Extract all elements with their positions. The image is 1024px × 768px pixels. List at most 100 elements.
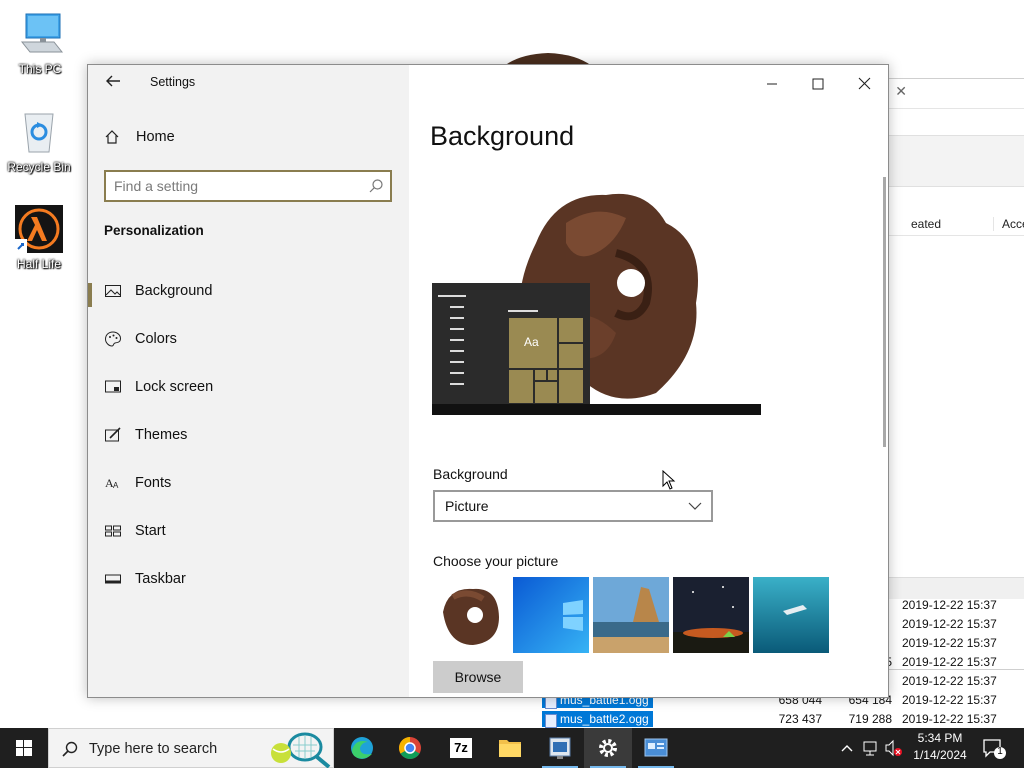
picture-thumbnail-1[interactable] (433, 577, 509, 653)
settings-window[interactable]: Settings Home Personalization Background… (87, 64, 889, 698)
windows-logo-icon (16, 740, 32, 756)
background-type-select[interactable]: Picture (433, 490, 713, 522)
this-pc-icon (16, 10, 64, 58)
7zip-icon: 7z (450, 738, 472, 758)
action-center-button[interactable]: 1 (978, 728, 1018, 768)
preview-taskbar (432, 404, 761, 415)
desktop-icon-this-pc[interactable]: This PC (2, 10, 78, 76)
home-label: Home (136, 129, 175, 145)
task-manager-icon (549, 737, 571, 759)
desktop: This PC Recycle Bin Half Life ✕ eated Ac… (0, 0, 1024, 728)
taskbar-app-control-panel[interactable] (632, 728, 680, 768)
sidebar-item-colors[interactable]: Colors (88, 319, 409, 359)
system-clock[interactable]: 5:34 PM 1/14/2024 (906, 730, 974, 764)
file-size: 723 437 (778, 712, 822, 726)
sidebar-item-background[interactable]: Background (88, 271, 409, 311)
taskbar-app-chrome[interactable] (386, 728, 434, 768)
sidebar-item-start[interactable]: Start (88, 511, 409, 551)
desktop-preview: Aa (432, 183, 762, 415)
table-row[interactable]: mus_battle2.ogg 723 437 719 288 2019-12-… (536, 710, 1024, 728)
search-icon (369, 179, 383, 193)
start-button[interactable] (0, 728, 48, 768)
taskbar-app-task-manager[interactable] (536, 728, 584, 768)
recycle-bin-icon (15, 108, 63, 156)
svg-text:A: A (113, 481, 119, 490)
clock-time: 5:34 PM (917, 731, 963, 745)
home-icon (105, 130, 119, 144)
lock-screen-icon (105, 380, 121, 393)
desktop-icon-label: This PC (18, 62, 62, 76)
settings-sidebar: Settings Home Personalization Background… (88, 65, 409, 697)
sidebar-item-fonts[interactable]: AA Fonts (88, 463, 409, 503)
arrow-left-icon (106, 75, 120, 87)
back-button[interactable] (102, 73, 124, 95)
notification-count: 1 (997, 746, 1003, 757)
taskbar-app-edge[interactable] (338, 728, 386, 768)
close-button[interactable] (841, 69, 887, 99)
picture-thumbnail-4[interactable] (673, 577, 749, 653)
taskbar-app-settings[interactable] (584, 728, 632, 768)
preview-tile-text: Aa (524, 335, 539, 349)
chevron-up-icon[interactable] (841, 745, 853, 752)
network-icon[interactable] (863, 741, 877, 756)
volume-muted-icon[interactable] (885, 739, 902, 757)
taskbar-app-file-explorer[interactable] (486, 728, 534, 768)
mouse-cursor-icon (662, 470, 676, 490)
chevron-down-icon (688, 502, 702, 510)
taskbar-search-box[interactable]: Type here to search (48, 728, 334, 768)
settings-search-box[interactable] (104, 170, 392, 202)
search-icon (62, 741, 78, 757)
maximize-icon (812, 78, 824, 90)
window-title: Settings (150, 75, 196, 89)
selected-value: Picture (445, 498, 489, 514)
file-name: mus_battle2.ogg (542, 711, 653, 728)
picture-thumbnail-2[interactable] (513, 577, 589, 653)
search-input[interactable] (114, 177, 354, 195)
picture-icon (105, 285, 121, 297)
file-explorer-icon (499, 740, 521, 757)
scrollbar[interactable] (883, 177, 886, 447)
sidebar-item-lock-screen[interactable]: Lock screen (88, 367, 409, 407)
palette-icon (104, 331, 122, 347)
close-icon[interactable]: ✕ (895, 83, 907, 100)
fonts-icon: AA (105, 476, 119, 490)
control-panel-icon (644, 738, 668, 757)
desktop-icon-label: Recycle Bin (7, 160, 71, 174)
sidebar-item-label: Colors (135, 331, 177, 347)
sidebar-item-label: Themes (135, 427, 188, 443)
tennis-racket-icon (271, 732, 331, 768)
active-indicator (88, 283, 92, 307)
sidebar-item-themes[interactable]: Themes (88, 415, 409, 455)
sidebar-item-label: Start (135, 523, 166, 539)
taskbar: Type here to search 7z 5:34 PM 1/14/2024… (0, 728, 1024, 768)
themes-icon (105, 427, 121, 442)
sidebar-item-taskbar[interactable]: Taskbar (88, 559, 409, 599)
clock-date: 1/14/2024 (913, 748, 967, 762)
desktop-icon-half-life[interactable]: Half Life (1, 205, 77, 271)
minimize-icon (767, 83, 777, 85)
file-date: 2019-12-22 15:37 (902, 693, 997, 707)
sidebar-item-label: Lock screen (135, 379, 214, 395)
desktop-icon-label: Half Life (16, 257, 62, 271)
taskbar-icon (105, 574, 121, 584)
picture-thumbnail-5[interactable] (753, 577, 829, 653)
search-placeholder: Type here to search (89, 741, 218, 757)
sidebar-item-label: Fonts (135, 475, 172, 491)
desktop-icon-recycle-bin[interactable]: Recycle Bin (1, 108, 77, 174)
column-created[interactable]: eated (911, 217, 941, 231)
browse-button[interactable]: Browse (433, 661, 523, 693)
picture-thumbnail-3[interactable] (593, 577, 669, 653)
maximize-button[interactable] (795, 69, 841, 99)
column-accessed[interactable]: Acce (993, 217, 1024, 231)
edge-icon (351, 737, 373, 759)
background-explorer-window[interactable]: ✕ eated Acce (880, 78, 1024, 670)
page-title: Background (430, 121, 575, 151)
choose-picture-label: Choose your picture (433, 553, 559, 569)
sidebar-item-label: Background (135, 283, 213, 299)
start-icon (105, 525, 121, 537)
file-date: 2019-12-22 15:37 (902, 712, 997, 726)
background-label: Background (433, 466, 508, 482)
taskbar-app-7zip[interactable]: 7z (436, 728, 484, 768)
minimize-button[interactable] (749, 69, 795, 99)
preview-start-menu: Aa (432, 283, 590, 404)
